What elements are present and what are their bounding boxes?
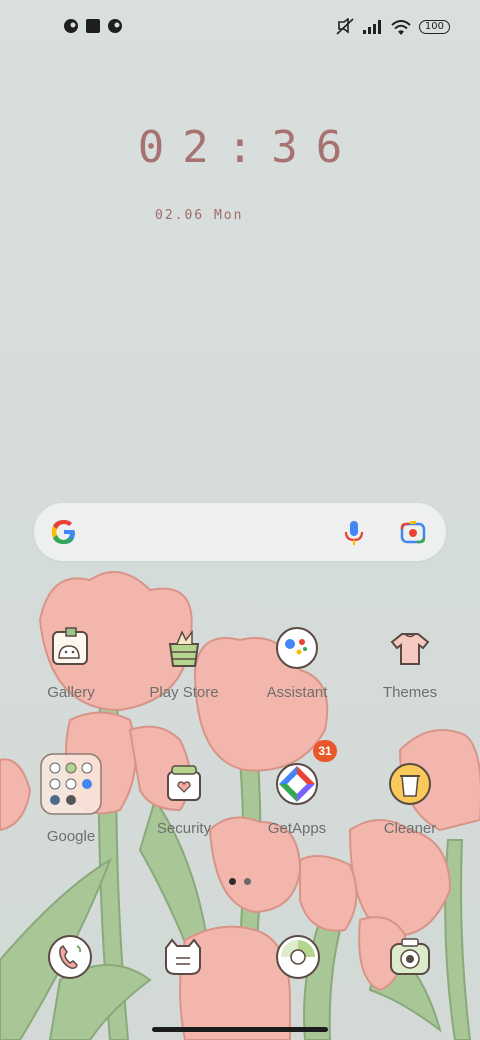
app-label: Themes xyxy=(382,684,438,701)
home-indicator[interactable] xyxy=(152,1027,328,1032)
assistant-icon xyxy=(273,624,321,672)
lens-camera-icon[interactable] xyxy=(400,520,426,544)
getapps-icon xyxy=(273,760,321,808)
app-security[interactable]: Security xyxy=(129,760,239,837)
status-bar-system-icons: 100 xyxy=(335,18,450,36)
clock-time[interactable]: 02:36 xyxy=(0,122,480,173)
dock-messages[interactable] xyxy=(160,934,206,985)
google-logo-icon xyxy=(51,520,75,544)
microphone-icon[interactable] xyxy=(342,519,366,547)
cleaner-icon xyxy=(386,760,434,808)
page-dot-active xyxy=(229,878,236,885)
app-cleaner[interactable]: Cleaner xyxy=(355,760,465,837)
messages-icon xyxy=(165,938,201,975)
app-google-folder[interactable]: Google xyxy=(16,753,126,845)
clock-date[interactable]: 02.06 Mon xyxy=(155,208,243,223)
page-dot xyxy=(244,878,251,885)
google-folder-icon xyxy=(39,752,103,816)
app-label: Assistant xyxy=(266,684,328,701)
browser-icon xyxy=(276,935,320,979)
page-indicator[interactable] xyxy=(229,878,251,885)
app-label: Cleaner xyxy=(383,820,437,837)
dock-phone[interactable] xyxy=(47,934,93,985)
app-label: Google xyxy=(46,828,96,845)
notification-badge: 31 xyxy=(313,740,337,762)
wifi-icon xyxy=(391,19,411,35)
gallery-icon xyxy=(47,624,95,672)
status-bar-notifications xyxy=(64,19,122,33)
app-label: Gallery xyxy=(47,684,95,701)
app-assistant[interactable]: Assistant xyxy=(242,624,352,701)
security-icon xyxy=(160,760,208,808)
play-store-icon xyxy=(160,624,208,672)
app-play-store[interactable]: Play Store xyxy=(129,624,239,701)
themes-icon xyxy=(386,624,434,672)
notification-square-icon xyxy=(86,19,100,33)
dock-browser[interactable] xyxy=(275,934,321,985)
app-label: GetApps xyxy=(267,820,327,837)
notification-app-icon xyxy=(64,19,78,33)
status-bar: 100 xyxy=(0,0,480,56)
google-search-bar[interactable] xyxy=(34,503,446,561)
camera-icon xyxy=(390,938,430,975)
silent-icon xyxy=(336,18,354,35)
app-themes[interactable]: Themes xyxy=(355,624,465,701)
battery-icon: 100 xyxy=(418,20,450,34)
dock-camera[interactable] xyxy=(387,934,433,985)
app-gallery[interactable]: Gallery xyxy=(16,624,126,701)
app-label: Security xyxy=(156,820,212,837)
signal-icon xyxy=(362,20,381,34)
notification-app-icon-2 xyxy=(108,19,122,33)
phone-icon xyxy=(48,935,92,979)
app-getapps[interactable]: 31 GetApps xyxy=(242,740,352,837)
app-label: Play Store xyxy=(149,684,219,701)
